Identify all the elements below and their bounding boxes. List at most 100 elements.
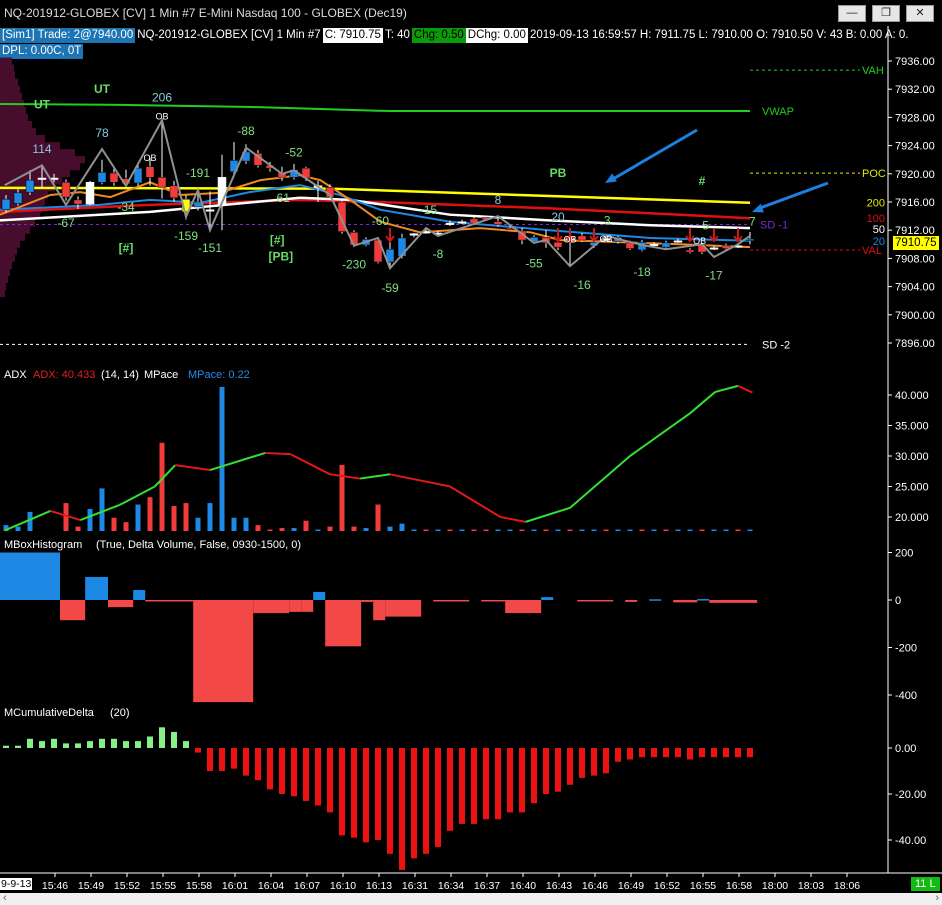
- cumdelta-bar: [339, 748, 345, 836]
- mpace-bar: [735, 529, 741, 531]
- mpace-bar: [363, 528, 369, 531]
- close-price: C: 7910.75: [322, 28, 383, 43]
- swing-label: -191: [186, 166, 210, 180]
- restore-button[interactable]: ❐: [872, 5, 900, 22]
- mpace-bar: [399, 523, 405, 531]
- mpace-bar: [699, 529, 705, 531]
- candle-body: [409, 233, 419, 236]
- daily-change-value: DChg: 0.00: [465, 28, 528, 43]
- cumdelta-bar: [39, 741, 45, 748]
- candle-body: [157, 177, 167, 188]
- candle-body: [85, 182, 95, 205]
- mpace-bar: [387, 526, 393, 531]
- swing-label: [PB]: [268, 249, 293, 263]
- mpace-bar: [291, 528, 297, 531]
- candle-body: [709, 247, 719, 250]
- cumdelta-bar: [447, 748, 453, 831]
- swing-label: -17: [705, 268, 723, 282]
- candle-body: [589, 241, 599, 246]
- scroll-left-icon[interactable]: ‹: [3, 892, 7, 904]
- swing-label: -55: [525, 256, 543, 270]
- candle-body: [421, 231, 431, 234]
- time-tick-label: 16:55: [690, 880, 716, 892]
- swing-label: 61: [277, 191, 291, 205]
- level-label-vah: VAH: [862, 65, 884, 77]
- adx-line-segment: [569, 455, 631, 509]
- candle-body: [1, 198, 11, 211]
- candle-body: [733, 245, 743, 248]
- ma-line-50: [0, 196, 751, 230]
- cumdelta-bar: [219, 748, 225, 771]
- cumdelta-params: (20): [110, 707, 130, 719]
- cumdelta-bar: [399, 748, 405, 870]
- candle-body: [289, 169, 299, 178]
- price-tick-label: 7924.00: [895, 141, 935, 153]
- adx-line-segment: [714, 384, 739, 393]
- price-tick-label: 7900.00: [895, 310, 935, 322]
- cumdelta-tick-label: -20.00: [895, 789, 926, 801]
- chart-canvas[interactable]: VAHPOCVALSD -1SD -2VWAP2001005020UTUT206…: [0, 0, 942, 905]
- cumdelta-bar: [243, 748, 249, 776]
- candle-body: [721, 245, 731, 249]
- cumdelta-bar: [279, 748, 285, 794]
- mpace-bar: [495, 529, 501, 531]
- swing-label: 8: [495, 193, 502, 207]
- mbox-bar: [385, 600, 422, 617]
- account-trade-label: [Sim1] Trade: 2@7940.00: [0, 28, 136, 43]
- data-box-bar: [Sim1] Trade: 2@7940.00 NQ-201912-GLOBEX…: [0, 28, 910, 43]
- time-tick-label: 16:43: [546, 880, 572, 892]
- mbox-bar: [481, 600, 506, 602]
- price-tick-label: 7916.00: [895, 197, 935, 209]
- daily-pnl-label: DPL: 0.00C, 0T: [0, 44, 84, 59]
- mpace-bar: [543, 529, 549, 531]
- mbox-bar: [709, 600, 758, 603]
- cumdelta-bar: [723, 748, 729, 758]
- mpace-bar: [435, 529, 441, 531]
- cumdelta-bar: [123, 741, 129, 748]
- candle-body: [193, 201, 203, 208]
- ma-tag-20: 20: [873, 236, 885, 248]
- time-tick-label: 16:10: [330, 880, 356, 892]
- time-tick-label: 18:06: [834, 880, 860, 892]
- mpace-bar: [327, 526, 333, 531]
- mpace-bar: [147, 497, 153, 531]
- candle-body: [601, 238, 611, 241]
- scroll-right-icon[interactable]: ›: [935, 892, 939, 904]
- cumdelta-bar: [735, 748, 741, 758]
- mpace-bar: [99, 488, 105, 531]
- swing-label: -151: [198, 241, 222, 255]
- horizontal-scrollbar[interactable]: ‹ ›: [0, 892, 942, 905]
- mpace-bar: [723, 529, 729, 531]
- cumdelta-bar: [267, 748, 273, 790]
- mpace-bar: [639, 529, 645, 531]
- cumdelta-bar: [27, 738, 33, 748]
- candle-body: [73, 199, 83, 205]
- adx-line-segment: [629, 412, 691, 457]
- close-button[interactable]: ✕: [906, 5, 934, 22]
- candle-body: [145, 166, 155, 178]
- mpace-bar: [675, 529, 681, 531]
- candle-body: [361, 239, 371, 246]
- adx-legend-value: ADX: 40.433: [33, 369, 95, 381]
- cumdelta-bar: [3, 745, 9, 748]
- swing-label: -59: [381, 281, 399, 295]
- mbox-bar: [301, 600, 314, 612]
- cumdelta-bar: [555, 748, 561, 792]
- mpace-bar: [555, 529, 561, 531]
- mpace-bar: [267, 529, 273, 531]
- cumdelta-bar: [531, 748, 537, 804]
- adx-tick-label: 20.000: [895, 512, 929, 524]
- sd-band-label: SD -2: [762, 339, 790, 351]
- mpace-bar: [255, 525, 261, 531]
- ma-tag-50: 50: [873, 224, 885, 236]
- cumdelta-bar: [699, 748, 705, 758]
- cumdelta-bar: [315, 748, 321, 806]
- mpace-bar: [15, 526, 21, 531]
- minimize-button[interactable]: —: [838, 5, 866, 22]
- swing-label: -15: [420, 203, 438, 217]
- sell-arrow-icon: [709, 228, 719, 243]
- candle-body: [685, 249, 695, 253]
- candle-body: [745, 238, 755, 242]
- time-tick-label: 16:40: [510, 880, 536, 892]
- time-tick-label: 15:58: [186, 880, 212, 892]
